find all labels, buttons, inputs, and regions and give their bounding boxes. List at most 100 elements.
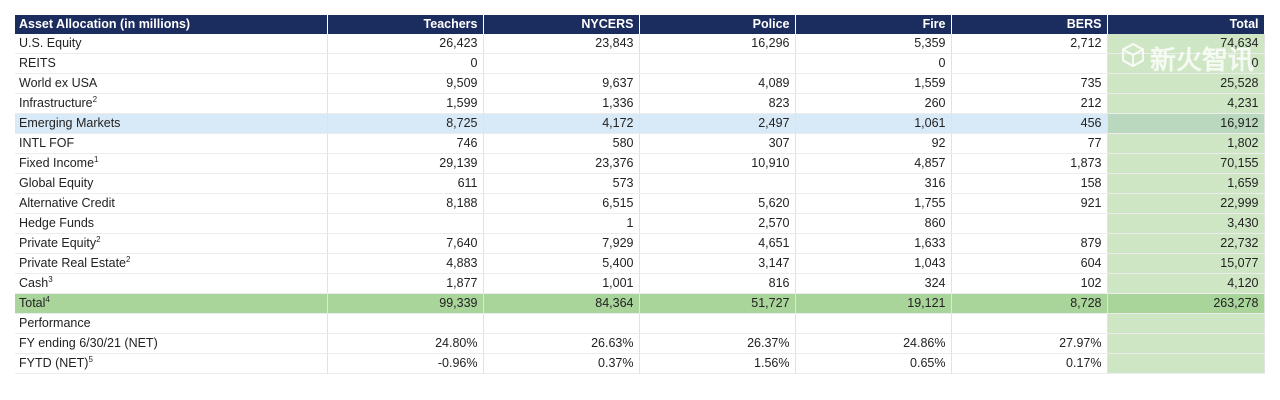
cell-fire: 4,857 (795, 153, 952, 174)
cell-police (639, 53, 796, 74)
header-total: Total (1107, 15, 1265, 34)
table-row: Performance (15, 313, 1265, 334)
cell-fire: 1,559 (795, 73, 952, 94)
table-row: Private Real Estate2 4,883 5,400 3,147 1,043… (15, 253, 1265, 274)
header-fire: Fire (795, 15, 952, 34)
cell-nycers: 573 (483, 173, 640, 194)
cell-fire: 316 (795, 173, 952, 194)
cell-police: 823 (639, 93, 796, 114)
row-label-text: FYTD (NET) (19, 356, 89, 370)
cell-nycers: 1 (483, 213, 640, 234)
cell-fire: 24.86% (795, 333, 952, 354)
cell-teachers: 0 (327, 53, 484, 74)
cell-bers: 921 (951, 193, 1108, 214)
cell-total: 15,077 (1107, 253, 1265, 274)
row-label: Cash3 (15, 273, 328, 294)
row-label-text: Private Equity (19, 236, 97, 250)
row-label: U.S. Equity (15, 34, 328, 54)
cell-nycers: 4,172 (483, 113, 640, 134)
cell-total (1107, 313, 1265, 334)
cell-teachers: 8,725 (327, 113, 484, 134)
cell-total: 22,999 (1107, 193, 1265, 214)
header-row: Asset Allocation (in millions) Teachers … (15, 15, 1265, 34)
cell-bers: 1,873 (951, 153, 1108, 174)
row-label-text: U.S. Equity (19, 36, 82, 50)
row-label: Performance (15, 313, 328, 334)
cell-teachers: 24.80% (327, 333, 484, 354)
cell-nycers: 580 (483, 133, 640, 154)
header-teachers: Teachers (327, 15, 484, 34)
row-label-text: FY ending 6/30/21 (NET) (19, 336, 158, 350)
cell-total: 4,120 (1107, 273, 1265, 294)
cell-bers (951, 313, 1108, 334)
cell-police: 3,147 (639, 253, 796, 274)
row-label-text: INTL FOF (19, 136, 75, 150)
row-label: Private Equity2 (15, 233, 328, 254)
table-row: Alternative Credit 8,188 6,515 5,620 1,755 92… (15, 193, 1265, 214)
footnote-marker: 1 (94, 154, 99, 164)
cell-fire: 860 (795, 213, 952, 234)
row-label: Total4 (15, 293, 328, 314)
footnote-marker: 2 (96, 234, 101, 244)
cell-bers: 735 (951, 73, 1108, 94)
table-row: Fixed Income1 29,139 23,376 10,910 4,857 1,87… (15, 153, 1265, 174)
cell-total: 263,278 (1107, 293, 1265, 314)
table-row: FYTD (NET)5 -0.96% 0.37% 1.56% 0.65% 0.17% (15, 353, 1265, 374)
cell-teachers: -0.96% (327, 353, 484, 374)
cell-teachers: 99,339 (327, 293, 484, 314)
row-label-text: Hedge Funds (19, 216, 95, 230)
cell-bers: 0.17% (951, 353, 1108, 374)
cell-total: 16,912 (1107, 113, 1265, 134)
cell-bers: 77 (951, 133, 1108, 154)
cell-nycers: 1,336 (483, 93, 640, 114)
table-row: World ex USA 9,509 9,637 4,089 1,559 735 25,52… (15, 73, 1265, 94)
header-asset-allocation: Asset Allocation (in millions) (15, 15, 328, 34)
cell-police: 16,296 (639, 34, 796, 54)
cell-nycers: 5,400 (483, 253, 640, 274)
cell-bers: 2,712 (951, 34, 1108, 54)
row-label: REITS (15, 53, 328, 74)
table-row: Private Equity2 7,640 7,929 4,651 1,633 879 22… (15, 233, 1265, 254)
cell-teachers: 1,877 (327, 273, 484, 294)
footnote-marker: 2 (126, 254, 131, 264)
row-label-text: Cash (19, 276, 49, 290)
row-label: FY ending 6/30/21 (NET) (15, 333, 328, 354)
cell-nycers (483, 53, 640, 74)
row-label: World ex USA (15, 73, 328, 94)
cell-nycers: 1,001 (483, 273, 640, 294)
cell-bers (951, 53, 1108, 74)
row-label: Private Real Estate2 (15, 253, 328, 274)
cell-teachers: 7,640 (327, 233, 484, 254)
row-label-text: Total (19, 296, 46, 310)
cell-nycers: 84,364 (483, 293, 640, 314)
cell-police: 307 (639, 133, 796, 154)
table-row: Total4 99,339 84,364 51,727 19,121 8,728 263,2… (15, 293, 1265, 314)
cell-fire: 19,121 (795, 293, 952, 314)
cell-total: 0 (1107, 53, 1265, 74)
cell-teachers: 1,599 (327, 93, 484, 114)
cell-bers: 27.97% (951, 333, 1108, 354)
footnote-marker: 4 (45, 294, 50, 304)
cell-nycers: 6,515 (483, 193, 640, 214)
cell-teachers: 4,883 (327, 253, 484, 274)
cell-fire: 1,755 (795, 193, 952, 214)
row-label-text: REITS (19, 56, 56, 70)
cell-nycers (483, 313, 640, 334)
cell-total: 22,732 (1107, 233, 1265, 254)
cell-bers: 212 (951, 93, 1108, 114)
row-label-text: Alternative Credit (19, 196, 115, 210)
cell-police (639, 313, 796, 334)
table-row: Global Equity 611 573 316 158 1,659 (15, 173, 1265, 194)
footnote-marker: 5 (88, 354, 93, 364)
row-label: Fixed Income1 (15, 153, 328, 174)
cell-fire: 324 (795, 273, 952, 294)
table-row: Emerging Markets 8,725 4,172 2,497 1,061 456 1… (15, 113, 1265, 134)
cell-bers: 456 (951, 113, 1108, 134)
table-row: REITS 0 0 0 (15, 53, 1265, 74)
cell-total: 25,528 (1107, 73, 1265, 94)
header-police: Police (639, 15, 796, 34)
footnote-marker: 3 (48, 274, 53, 284)
cell-teachers (327, 313, 484, 334)
cell-police (639, 173, 796, 194)
row-label: INTL FOF (15, 133, 328, 154)
